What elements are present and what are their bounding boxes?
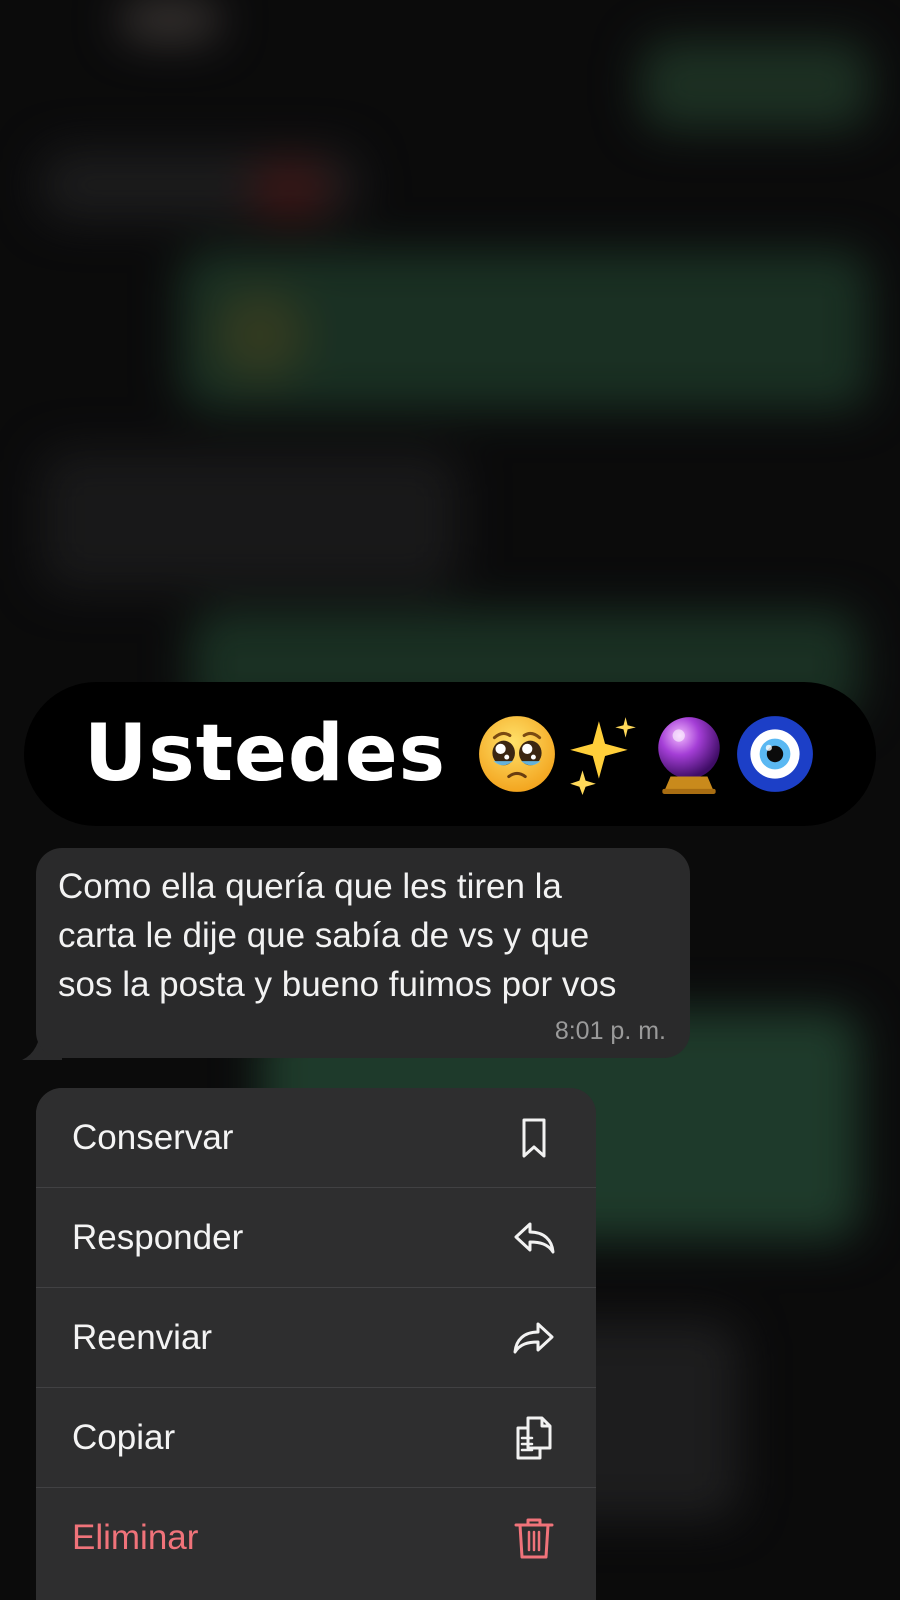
banner-title: Ustedes bbox=[83, 709, 447, 799]
chat-screen: Ustedes Como ella quería que les tiren l… bbox=[0, 0, 900, 1600]
forward-icon bbox=[513, 1322, 554, 1353]
menu-item-eliminar[interactable]: Eliminar bbox=[36, 1488, 596, 1588]
menu-item-label: Conservar bbox=[72, 1117, 234, 1157]
copy-icon bbox=[516, 1416, 552, 1459]
menu-item-reenviar[interactable]: Reenviar bbox=[36, 1288, 596, 1388]
menu-item-responder[interactable]: Responder bbox=[36, 1188, 596, 1288]
message-timestamp: 8:01 p. m. bbox=[554, 1017, 666, 1045]
message-bubble[interactable]: Como ella quería que les tiren la carta … bbox=[36, 848, 690, 1058]
sparkles-emoji-icon bbox=[570, 717, 636, 795]
menu-item-label: Reenviar bbox=[72, 1317, 213, 1357]
nazar-amulet-emoji-icon bbox=[737, 716, 813, 792]
message-banner: Ustedes bbox=[24, 682, 876, 826]
menu-item-conservar[interactable]: Conservar bbox=[36, 1088, 596, 1188]
trash-icon bbox=[514, 1518, 554, 1559]
message-text: Como ella quería que les tiren la carta … bbox=[58, 867, 617, 1004]
message-context-menu: Conservar Responder Reenviar Copiar Elim… bbox=[36, 1088, 596, 1600]
emoji-row bbox=[476, 713, 816, 795]
menu-item-label: Copiar bbox=[72, 1417, 176, 1457]
bookmark-icon bbox=[522, 1118, 546, 1157]
reply-icon bbox=[514, 1222, 555, 1253]
pleading-face-emoji-icon bbox=[479, 716, 555, 792]
menu-item-copiar[interactable]: Copiar bbox=[36, 1388, 596, 1488]
crystal-ball-emoji-icon bbox=[658, 717, 720, 794]
menu-item-label: Eliminar bbox=[72, 1518, 199, 1557]
menu-item-label: Responder bbox=[72, 1217, 244, 1257]
